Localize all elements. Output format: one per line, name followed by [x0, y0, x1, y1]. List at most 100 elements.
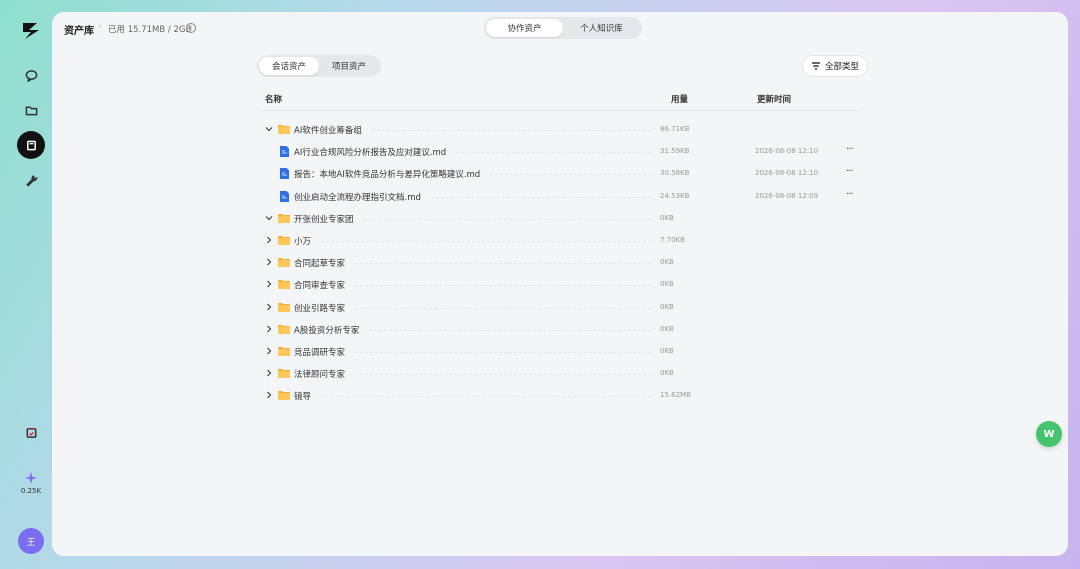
more-actions-button[interactable]: ···	[846, 144, 853, 155]
chat-icon	[25, 69, 37, 82]
folder-row[interactable]: 法律顾问专家 0KB	[261, 363, 871, 385]
info-icon[interactable]: i	[186, 23, 196, 33]
chevron-down-icon[interactable]	[265, 125, 273, 133]
folder-icon	[25, 106, 37, 115]
chevron-right-icon[interactable]	[265, 280, 273, 288]
task-icon	[26, 427, 36, 438]
type-filter-label: 全部类型	[824, 62, 859, 72]
book-icon	[26, 140, 36, 150]
row-guide-line	[490, 174, 651, 176]
folder-icon	[278, 368, 290, 379]
folder-row[interactable]: 镜导 15.62MB	[261, 385, 871, 407]
sidebar-item-tools[interactable]	[17, 166, 45, 194]
chevron-right-icon[interactable]	[265, 369, 273, 377]
filter-icon	[811, 62, 820, 70]
folder-name[interactable]: 合同起草专家	[294, 257, 345, 269]
logo-icon[interactable]	[20, 20, 42, 42]
file-name[interactable]: 报告：本地AI软件竞品分析与差异化策略建议.md	[294, 168, 480, 180]
folder-icon	[278, 324, 290, 334]
folder-icon	[278, 346, 290, 356]
markdown-file-icon	[280, 146, 292, 158]
folder-icon	[278, 279, 290, 290]
folder-name[interactable]: AI软件创业筹备组	[294, 124, 362, 136]
markdown-file-icon	[280, 190, 292, 202]
folder-row[interactable]: A股投资分析专家 0KB	[261, 319, 871, 341]
folder-name[interactable]: 小万	[294, 235, 311, 247]
folder-name[interactable]: 竞品调研专家	[294, 346, 345, 358]
row-guide-line	[355, 285, 651, 287]
markdown-file-icon	[280, 168, 292, 180]
row-guide-line	[431, 196, 651, 198]
folder-row[interactable]: 小万 7.70KB	[261, 230, 871, 252]
folder-icon	[278, 257, 290, 268]
folder-row[interactable]: 合同起草专家 0KB	[261, 252, 871, 274]
chevron-right-icon[interactable]	[265, 236, 273, 244]
file-row[interactable]: AI行业合规风险分析报告及应对建议.md 31.59KB 2026-08-08 12…	[261, 141, 871, 163]
tab-session-assets[interactable]: 会话资产	[259, 57, 319, 75]
assistant-fab[interactable]: W	[1036, 421, 1062, 447]
file-row[interactable]: 报告：本地AI软件竞品分析与差异化策略建议.md 30.58KB 2026-08-0…	[261, 163, 871, 185]
sub-tabs: 会话资产 项目资产	[257, 55, 381, 77]
updated-time: 2026-08-08 12:10	[755, 169, 819, 178]
folder-icon	[278, 235, 290, 245]
row-guide-line	[364, 218, 651, 220]
chevron-right-icon[interactable]	[265, 303, 273, 311]
row-guide-line	[321, 396, 651, 398]
folder-row[interactable]: 竞品调研专家 0KB	[261, 341, 871, 363]
avatar[interactable]: 王	[18, 528, 44, 554]
sidebar-item-chat[interactable]	[17, 61, 45, 89]
folder-row[interactable]: AI软件创业筹备组 86.71KB	[261, 119, 871, 141]
size-value: 24.53KB	[660, 191, 690, 200]
sidebar-item-library[interactable]	[17, 131, 45, 159]
file-name[interactable]: 创业启动全流程办理指引文档.md	[294, 191, 421, 203]
folder-name[interactable]: 法律顾问专家	[294, 368, 345, 380]
row-guide-line	[355, 263, 651, 265]
column-header-name[interactable]: 名称	[265, 93, 282, 105]
tab-project-assets[interactable]: 项目资产	[319, 57, 379, 75]
row-guide-line	[369, 329, 651, 331]
sidebar-item-tasks[interactable]	[17, 418, 45, 446]
folder-icon	[278, 124, 290, 134]
asset-list: AI软件创业筹备组 86.71KB AI行业合规风险分析报告及应对建议.md 31.5…	[261, 119, 871, 407]
header-divider	[261, 110, 861, 111]
more-actions-button[interactable]: ···	[846, 189, 853, 200]
row-guide-line	[355, 307, 651, 309]
folder-name[interactable]: 创业引路专家	[294, 302, 345, 314]
more-actions-button[interactable]: ···	[846, 166, 853, 177]
file-name[interactable]: AI行业合规风险分析报告及应对建议.md	[294, 146, 446, 158]
credits[interactable]: 0.25K	[14, 472, 48, 495]
row-guide-line	[372, 130, 651, 131]
folder-name[interactable]: 合同审查专家	[294, 279, 345, 291]
page-title: 资产库	[64, 26, 94, 37]
chevron-right-icon[interactable]	[265, 347, 273, 355]
folder-icon	[278, 302, 290, 312]
tab-collab-assets[interactable]: 协作资产	[486, 19, 563, 37]
size-value: 7.70KB	[660, 235, 685, 244]
updated-time: 2026-08-08 12:09	[755, 191, 819, 200]
sparkle-icon	[25, 472, 37, 484]
size-value: 31.59KB	[660, 147, 690, 156]
size-value: 86.71KB	[660, 125, 690, 133]
column-header-updated[interactable]: 更新时间	[757, 93, 791, 105]
chevron-right-icon[interactable]	[265, 391, 273, 399]
chevron-right-icon[interactable]	[265, 258, 273, 266]
folder-row[interactable]: 创业引路专家 0KB	[261, 297, 871, 319]
type-filter-button[interactable]: 全部类型	[802, 55, 868, 77]
folder-row[interactable]: 合同审查专家 0KB	[261, 274, 871, 296]
folder-name[interactable]: 镜导	[294, 390, 311, 402]
folder-icon	[278, 213, 290, 223]
size-value: 0KB	[660, 280, 674, 289]
tab-personal-kb[interactable]: 个人知识库	[563, 19, 640, 37]
row-guide-line	[456, 152, 651, 154]
folder-name[interactable]: A股投资分析专家	[294, 324, 359, 336]
folder-name[interactable]: 开张创业专家团	[294, 213, 354, 225]
folder-row[interactable]: 开张创业专家团 0KB	[261, 208, 871, 230]
file-row[interactable]: 创业启动全流程办理指引文档.md 24.53KB 2026-08-08 12:09 ·…	[261, 186, 871, 208]
updated-time: 2026-08-08 12:10	[755, 147, 819, 156]
chevron-down-icon[interactable]	[265, 214, 273, 222]
row-guide-line	[321, 240, 651, 242]
chevron-right-icon[interactable]	[265, 325, 273, 333]
size-value: 0KB	[660, 369, 674, 378]
sidebar-item-files[interactable]	[17, 96, 45, 124]
column-header-size[interactable]: 用量	[671, 93, 688, 105]
